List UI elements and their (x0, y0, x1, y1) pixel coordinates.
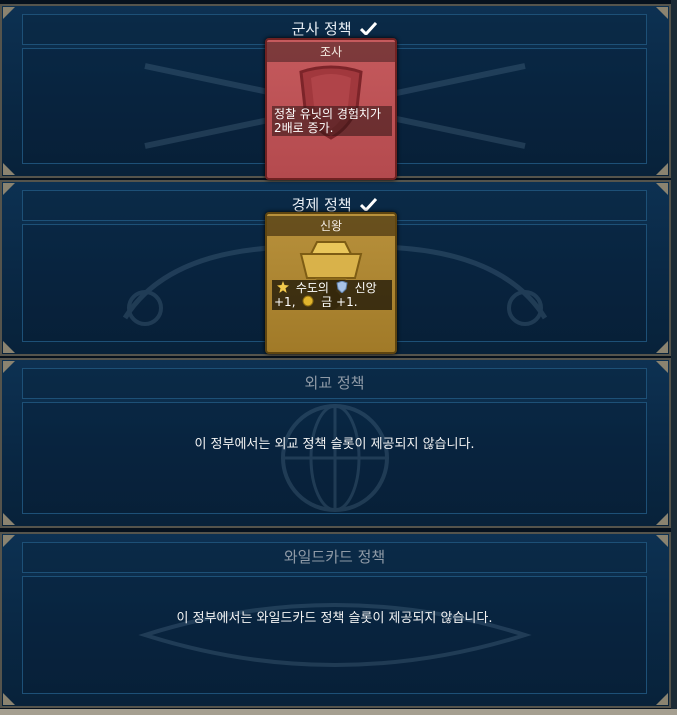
right-scroll-edge (671, 0, 677, 715)
gold-icon (302, 295, 314, 307)
wildcard-policy-panel: 와일드카드 정책 이 정부에서는 와일드카드 정책 슬롯이 제공되지 않습니다. (0, 532, 671, 708)
check-icon (360, 22, 378, 35)
corner-ornament-icon (656, 7, 668, 19)
policy-card-description: 수도의 신앙 +1, 금 +1. (272, 280, 392, 310)
corner-ornament-icon (656, 163, 668, 175)
corner-ornament-icon (3, 183, 15, 195)
diplomatic-policy-slot-area: 이 정부에서는 외교 정책 슬롯이 제공되지 않습니다. (22, 402, 647, 514)
description-text: 신앙 (354, 281, 377, 295)
bottom-edge (0, 709, 677, 715)
policy-card-title: 조사 (267, 42, 395, 62)
description-text: 금 +1. (321, 295, 358, 309)
description-text: 수도의 (295, 281, 329, 295)
corner-ornament-icon (656, 513, 668, 525)
wildcard-unavailable-message: 이 정부에서는 와일드카드 정책 슬롯이 제공되지 않습니다. (176, 611, 493, 626)
corner-ornament-icon (656, 535, 668, 547)
diplomatic-policy-header: 외교 정책 (22, 368, 647, 399)
policy-card-reconnaissance[interactable]: 조사 정찰 유닛의 경험치가 2배로 증가. (265, 38, 397, 180)
description-text: +1, (274, 295, 296, 309)
wildcard-policy-slot-area: 이 정부에서는 와일드카드 정책 슬롯이 제공되지 않습니다. (22, 576, 647, 694)
wildcard-policy-title: 와일드카드 정책 (283, 548, 386, 566)
corner-ornament-icon (656, 693, 668, 705)
corner-ornament-icon (656, 361, 668, 373)
laurel-watermark-icon (137, 603, 532, 667)
globe-watermark-icon (280, 404, 389, 512)
corner-ornament-icon (3, 693, 15, 705)
check-icon (360, 198, 378, 211)
star-icon (277, 281, 289, 293)
policy-card-description: 정찰 유닛의 경험치가 2배로 증가. (272, 106, 392, 136)
corner-ornament-icon (3, 341, 15, 353)
corner-ornament-icon (3, 513, 15, 525)
corner-ornament-icon (3, 535, 15, 547)
diplomatic-policy-title: 외교 정책 (304, 374, 365, 392)
diplomatic-policy-panel: 외교 정책 이 정부에서는 외교 정책 슬롯이 제공되지 않습니다. (0, 358, 671, 528)
corner-ornament-icon (3, 7, 15, 19)
wildcard-policy-header: 와일드카드 정책 (22, 542, 647, 573)
policy-card-god-king[interactable]: 신왕 수도의 신앙 +1, 금 +1. (265, 212, 397, 354)
faith-icon (336, 281, 348, 293)
diplomatic-unavailable-message: 이 정부에서는 외교 정책 슬롯이 제공되지 않습니다. (194, 437, 475, 452)
corner-ornament-icon (3, 361, 15, 373)
policy-card-title: 신왕 (267, 216, 395, 236)
corner-ornament-icon (656, 183, 668, 195)
corner-ornament-icon (3, 163, 15, 175)
military-policy-title: 군사 정책 (291, 20, 352, 38)
corner-ornament-icon (656, 341, 668, 353)
